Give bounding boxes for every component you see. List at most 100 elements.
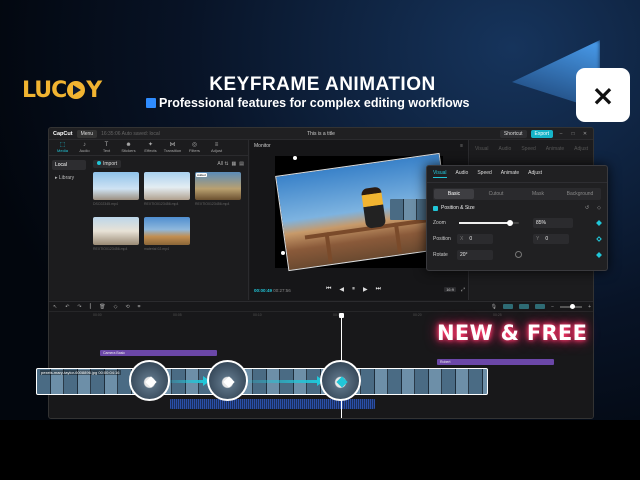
close-icon[interactable]: ✕ — [581, 131, 589, 137]
media-item[interactable]: DSC02345.mp4 — [93, 172, 139, 213]
tab-media[interactable]: ⬚ Media — [52, 140, 73, 155]
tab-adjust[interactable]: Adjust — [528, 170, 542, 178]
app-brand: CapCut — [53, 130, 73, 137]
position-y-field[interactable]: Y0 — [533, 233, 569, 244]
tab-text[interactable]: T Text — [96, 140, 117, 155]
keyframe-toggle-icon[interactable]: ◇ — [597, 205, 601, 211]
minimize-icon[interactable]: – — [557, 131, 565, 137]
subtab-mask[interactable]: Mask — [518, 189, 558, 199]
pause-icon[interactable]: ⏸ — [352, 286, 355, 293]
aspect-ratio-button[interactable]: 16:9 — [444, 287, 456, 292]
subtab-cutout[interactable]: Cutout — [476, 189, 516, 199]
view-tools: All ⇅ ▦ ▤ — [217, 161, 244, 167]
tab-transition[interactable]: ⋈ Transition — [162, 140, 183, 155]
link-toggle[interactable] — [519, 304, 530, 309]
keyframe-marker-active[interactable] — [320, 360, 361, 401]
tab-audio[interactable]: Audio — [456, 170, 469, 178]
skip-end-icon[interactable]: ⏭ — [376, 286, 381, 293]
zoom-keyframe-icon[interactable] — [596, 219, 602, 226]
sidebar-item-library[interactable]: ▸ Library — [52, 173, 86, 183]
tab-animate[interactable]: Animate — [501, 170, 519, 178]
tab-visual[interactable]: Visual — [433, 170, 447, 178]
microphone-icon[interactable]: 🎙 — [491, 304, 497, 310]
export-button[interactable]: Export — [530, 129, 553, 138]
zoom-field[interactable]: 85% — [533, 217, 573, 228]
zoom-value: 85% — [536, 219, 547, 226]
preview-axis-toggle[interactable] — [535, 304, 546, 309]
media-panel: ⬚ Media ♪ Audio T Text ☻ Stickers ✦ Effects ⋈… — [49, 140, 249, 300]
subtab-basic[interactable]: Basic — [434, 189, 474, 199]
fullscreen-icon[interactable]: ⤢ — [461, 287, 465, 293]
ghost-tab: Audio — [498, 146, 512, 152]
tab-effects[interactable]: ✦ Effects — [140, 140, 161, 155]
zoom-in-icon[interactable]: + — [588, 304, 591, 310]
undo-icon[interactable]: ↶ — [65, 304, 69, 310]
x-value: 0 — [469, 235, 473, 242]
rotate-keyframe-icon[interactable] — [596, 251, 602, 258]
sort-filter-button[interactable]: All ⇅ — [217, 161, 228, 167]
tab-stickers[interactable]: ☻ Stickers — [118, 140, 139, 155]
media-item[interactable]: REXTIO0123456.mp4 — [93, 217, 139, 258]
select-tool-icon[interactable]: ↖ — [53, 304, 57, 310]
rotate-value: 20° — [460, 251, 468, 258]
transform-handle[interactable] — [293, 156, 297, 160]
media-item[interactable]: REXTIO0123456.mp4 — [144, 172, 190, 213]
position-size-section: Position & Size ↺ ◇ — [433, 205, 601, 211]
timeline-toolbar: ↖ ↶ ↷ ⫿ 🗑 ◇ ⟲ ⌗ 🎙 − + — [49, 302, 593, 312]
media-toolbar: Import — [93, 160, 122, 168]
rotate-field[interactable]: 20° — [457, 249, 493, 260]
transform-handle[interactable] — [281, 251, 285, 255]
timeline-ruler[interactable]: 00:00 00:05 00:10 00:15 00:20 00:25 — [49, 312, 593, 320]
tab-filters[interactable]: ◎ Filters — [184, 140, 205, 155]
media-caption: REXTIO0123456.mp4 — [144, 202, 179, 206]
clip-label: pexels-mary-taylor-6008896.jpg 00:00:04:… — [40, 370, 121, 375]
tab-adjust[interactable]: ≡ Adjust — [206, 140, 227, 155]
shortcut-button[interactable]: Shortcut — [499, 129, 527, 138]
grid-view-icon[interactable]: ▦ — [232, 161, 237, 167]
zoom-label: Zoom — [433, 219, 446, 226]
position-x-field[interactable]: X0 — [457, 233, 493, 244]
maximize-icon[interactable]: □ — [569, 131, 577, 137]
mirror-icon[interactable]: ⟲ — [125, 304, 129, 310]
total-time: 00:27:56 — [273, 288, 291, 293]
new-free-badge: NEW & FREE — [437, 321, 588, 345]
subheadline: Professional features for complex editin… — [146, 96, 470, 110]
timeline-zoom-slider[interactable] — [560, 303, 583, 309]
rotate-dial[interactable] — [515, 251, 522, 258]
skip-start-icon[interactable]: ⏮ — [326, 286, 331, 293]
reset-icon[interactable]: ↺ — [585, 205, 589, 211]
tab-audio[interactable]: ♪ Audio — [74, 140, 95, 155]
crop-icon[interactable]: ⌗ — [138, 304, 141, 310]
media-caption: REXTIO0123456.mp4 — [195, 202, 230, 206]
tab-label: Effects — [144, 148, 157, 153]
media-item[interactable]: Added REXTIO0123456.mp4 — [195, 172, 241, 213]
more-icon[interactable]: ≡ — [460, 143, 463, 149]
text-clip[interactable]: Camera Basic — [100, 350, 217, 356]
split-icon[interactable]: ⫿ — [90, 304, 92, 310]
sidebar-item-local[interactable]: Local — [52, 160, 86, 170]
section-checkbox[interactable] — [433, 205, 438, 211]
freeze-icon[interactable]: ◇ — [114, 304, 118, 310]
text-clip[interactable]: Robert — [437, 359, 554, 365]
main-track-toggle[interactable] — [503, 304, 514, 309]
current-time: 00:00:49 — [254, 288, 273, 293]
delete-icon[interactable]: 🗑 — [99, 304, 105, 310]
keyframe-marker[interactable] — [129, 360, 170, 401]
zoom-slider[interactable] — [459, 219, 519, 226]
list-view-icon[interactable]: ▤ — [239, 161, 244, 167]
step-back-icon[interactable]: ◀ — [339, 286, 344, 293]
redo-icon[interactable]: ↷ — [77, 304, 81, 310]
menu-button[interactable]: Menu — [76, 129, 98, 138]
step-forward-icon[interactable]: ▶ — [363, 286, 368, 293]
keyframe-marker[interactable] — [207, 360, 248, 401]
ghost-tab: Animate — [545, 146, 565, 152]
zoom-out-icon[interactable]: − — [551, 304, 554, 310]
media-item[interactable]: material 02.mp4 — [144, 217, 190, 258]
import-button[interactable]: Import — [93, 160, 122, 168]
inspector-popup: Visual Audio Speed Animate Adjust Basic … — [426, 165, 608, 271]
promo-background: LUC Y KEYFRAME ANIMATION Professional fea… — [0, 0, 640, 480]
tab-speed[interactable]: Speed — [477, 170, 491, 178]
tab-label: Text — [102, 148, 111, 153]
subtab-background[interactable]: Background — [560, 189, 600, 199]
position-keyframe-icon[interactable] — [596, 235, 602, 242]
